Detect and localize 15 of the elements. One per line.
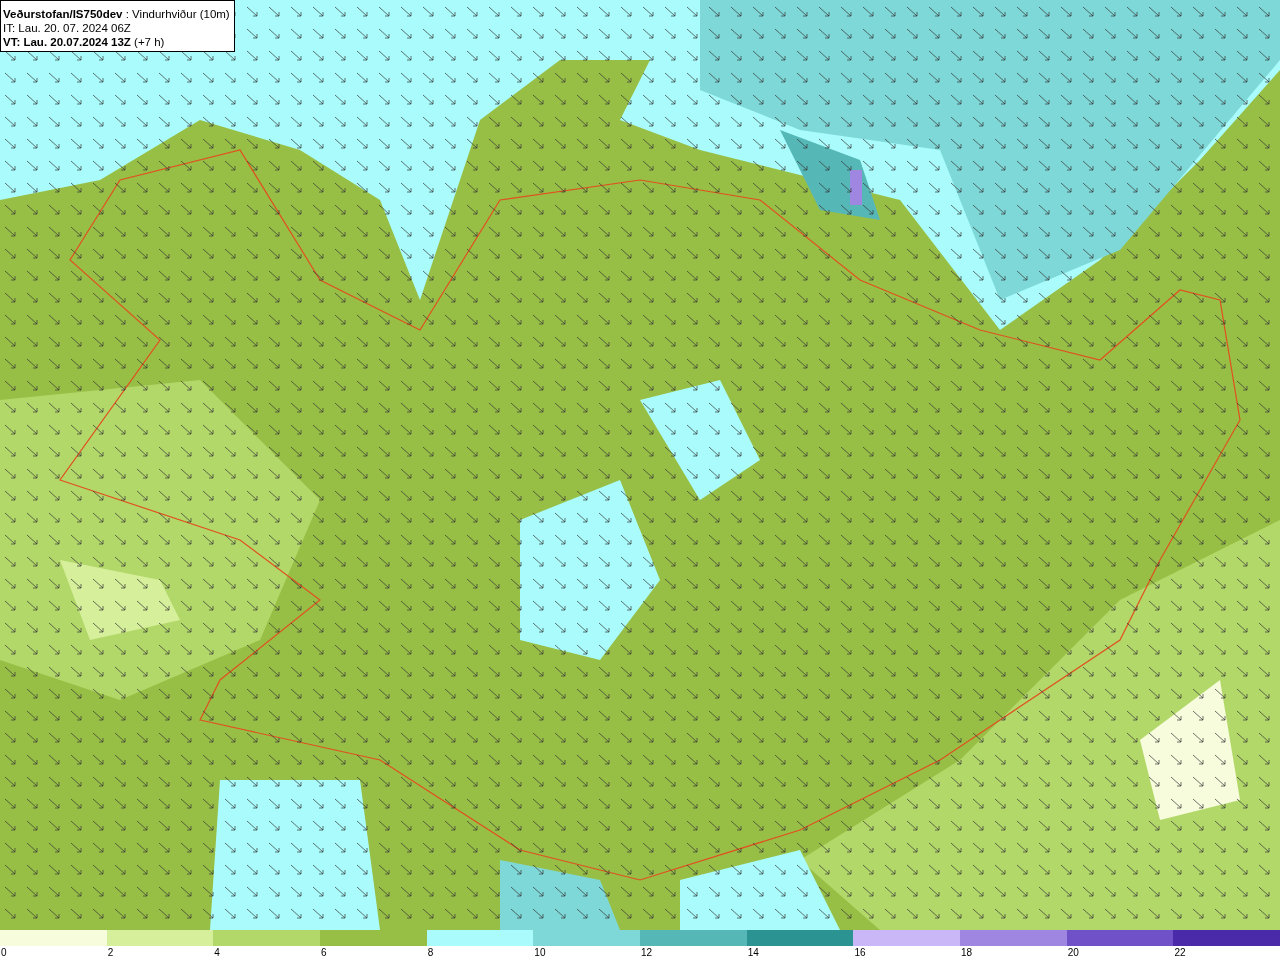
valid-time: VT: Lau. 20.07.2024 13Z (+7 h) — [3, 35, 166, 49]
scale-label: 12 — [641, 946, 653, 960]
scale-label: 8 — [427, 946, 434, 960]
scale-label: 20 — [1067, 946, 1079, 960]
issue-time: IT: Lau. 20. 07. 2024 06Z — [3, 21, 132, 35]
map-title: Veðurstofan/IS750dev : Vindurhviður (10m) — [3, 7, 230, 21]
scale-label: 4 — [214, 946, 220, 960]
scale-label: 10 — [534, 946, 546, 960]
scale-label: 14 — [747, 946, 759, 960]
scale-label: 2 — [107, 946, 114, 960]
scale-label: 16 — [854, 946, 866, 960]
scale-label: 22 — [1174, 946, 1186, 960]
scale-label: 18 — [961, 946, 973, 960]
scale-label: 0 — [1, 946, 7, 960]
scale-label: 6 — [321, 946, 327, 960]
